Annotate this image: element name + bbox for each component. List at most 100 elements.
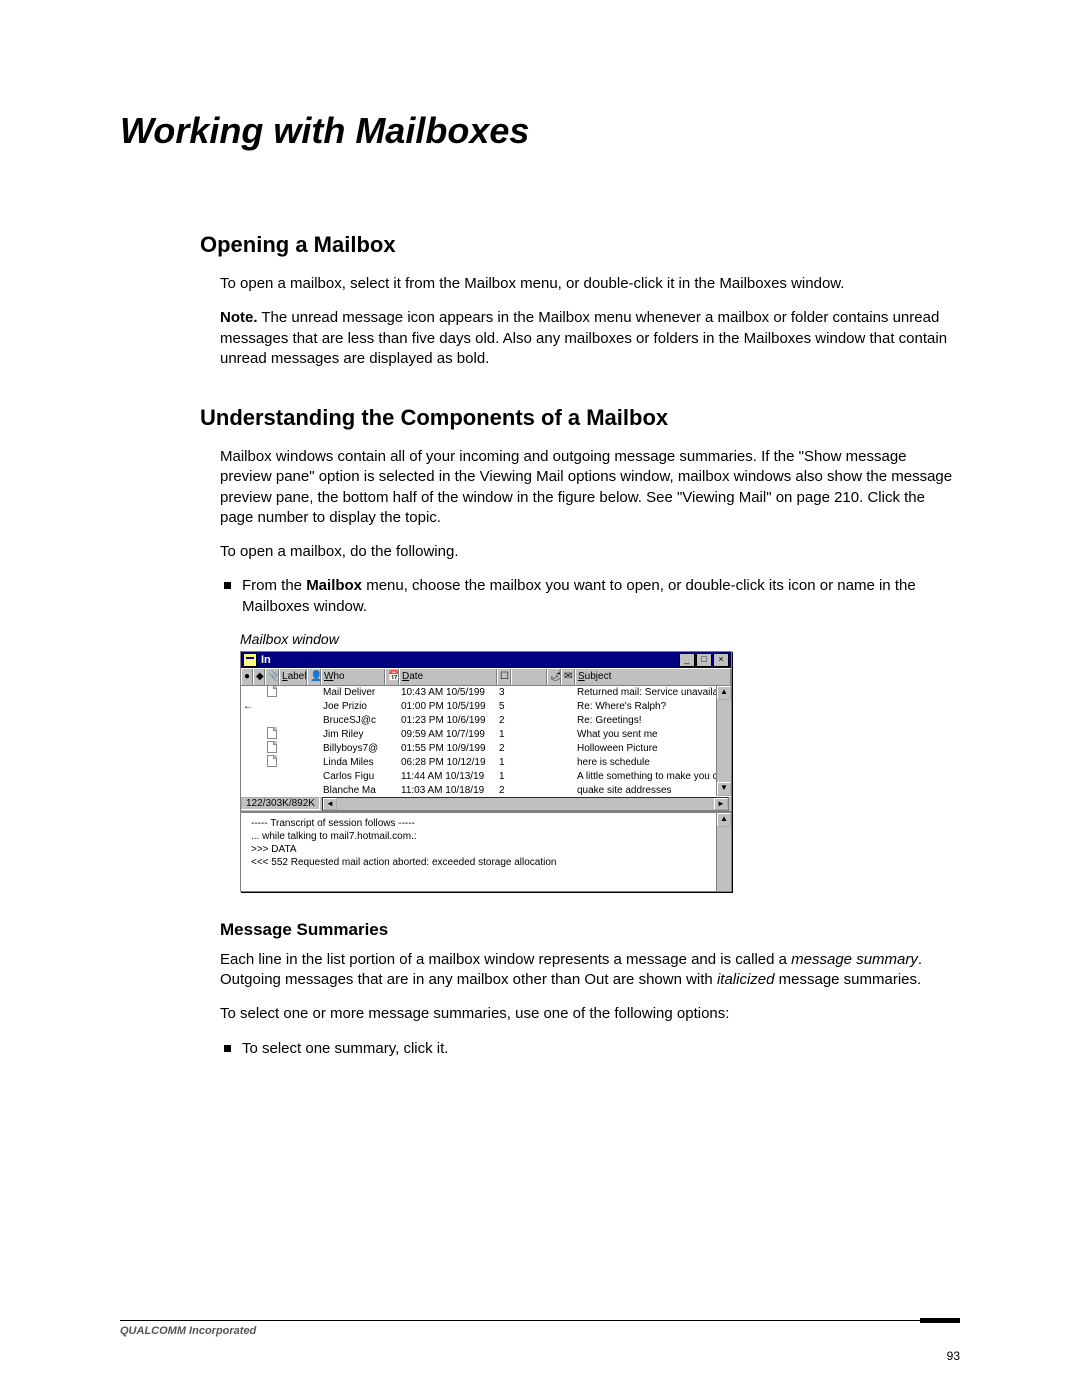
table-row[interactable]: ←Joe Prizio01:00 PM 10/5/1995Re: Where's… <box>241 700 731 714</box>
subject-cell: Returned mail: Service unavailable <box>575 687 731 698</box>
attachment-icon <box>267 755 277 767</box>
col-mood-icon[interactable]: 🌶 <box>547 669 561 685</box>
mailbox-icon <box>243 653 257 667</box>
col-date-rest: ate <box>409 671 423 682</box>
col-attachment-icon[interactable]: 📎 <box>265 669 279 685</box>
window-titlebar[interactable]: In _ □ × <box>241 652 731 668</box>
size-cell: 3 <box>497 687 511 698</box>
attachment-icon <box>267 741 277 753</box>
paragraph: Each line in the list portion of a mailb… <box>220 950 960 991</box>
page-footer: QUALCOMM Incorporated 93 <box>120 1320 960 1337</box>
col-date-u: D <box>402 671 409 682</box>
col-size-icon[interactable]: ☐ <box>497 669 511 685</box>
who-cell: Mail Deliver <box>321 687 385 698</box>
mailbox-counts: 122/303K/892K <box>241 797 320 810</box>
chapter-title: Working with Mailboxes <box>120 110 960 152</box>
scroll-down-button[interactable]: ▼ <box>717 782 731 796</box>
col-priority-icon[interactable]: ◆ <box>253 669 265 685</box>
vertical-scrollbar[interactable]: ▲ ▼ <box>716 686 731 796</box>
who-cell: Billyboys7@ <box>321 743 385 754</box>
maximize-button[interactable]: □ <box>696 653 712 667</box>
preview-scrollbar[interactable]: ▲ <box>716 813 731 891</box>
footer-rule <box>120 1320 960 1321</box>
scroll-up-button[interactable]: ▲ <box>717 686 731 700</box>
horizontal-scrollbar[interactable]: ◄ ► <box>322 797 729 811</box>
note-text: The unread message icon appears in the M… <box>220 309 947 367</box>
list-item: From the Mailbox menu, choose the mailbo… <box>220 576 960 617</box>
section-body: To open a mailbox, select it from the Ma… <box>220 274 960 369</box>
who-cell: Linda Miles <box>321 757 385 768</box>
scroll-left-button[interactable]: ◄ <box>323 798 337 810</box>
page-number: 93 <box>947 1349 960 1363</box>
col-who-rest: ho <box>333 671 344 682</box>
term-message-summary: message summary <box>791 951 918 968</box>
attachment-cell <box>265 755 279 770</box>
col-subject-icon[interactable]: ✉ <box>561 669 575 685</box>
term-italicized: italicized <box>717 971 775 988</box>
scroll-up-button[interactable]: ▲ <box>717 813 731 827</box>
figure-caption: Mailbox window <box>240 631 960 647</box>
text: Each line in the list portion of a mailb… <box>220 951 791 968</box>
table-row[interactable]: Billyboys7@01:55 PM 10/9/1992Holloween P… <box>241 742 731 756</box>
col-subject-rest: ubject <box>585 671 612 682</box>
message-list[interactable]: Mail Deliver10:43 AM 10/5/1993Returned m… <box>241 686 731 796</box>
date-cell: 01:00 PM 10/5/199 <box>399 701 497 712</box>
table-row[interactable]: Jim Riley 09:59 AM 10/7/1991 What you sent… <box>241 728 731 742</box>
table-row[interactable]: Mail Deliver10:43 AM 10/5/1993Returned m… <box>241 686 731 700</box>
col-who-icon[interactable]: 👤 <box>307 669 321 685</box>
preview-line: ----- Transcript of session follows ----… <box>251 817 715 830</box>
size-cell: 5 <box>497 701 511 712</box>
col-subject-u: S <box>578 671 585 682</box>
bullet-list: To select one summary, click it. <box>220 1039 960 1059</box>
subject-cell: Re: Where's Ralph? <box>575 701 731 712</box>
col-who[interactable]: Who <box>321 669 385 685</box>
subject-cell: quake site addresses <box>575 785 731 796</box>
minimize-button[interactable]: _ <box>679 653 695 667</box>
scroll-right-button[interactable]: ► <box>714 798 728 810</box>
col-label[interactable]: LLabelabel <box>279 669 307 685</box>
date-cell: 11:03 AM 10/18/19 <box>399 785 497 796</box>
window-controls: _ □ × <box>679 653 729 667</box>
attachment-cell <box>265 741 279 756</box>
table-row[interactable]: Linda Miles06:28 PM 10/12/191here is sch… <box>241 756 731 770</box>
close-button[interactable]: × <box>713 653 729 667</box>
table-row[interactable]: Blanche Ma11:03 AM 10/18/192quake site a… <box>241 784 731 796</box>
paragraph: To open a mailbox, do the following. <box>220 542 960 562</box>
subsection-heading-message-summaries: Message Summaries <box>220 920 960 940</box>
note-label: Note. <box>220 309 258 326</box>
col-subject[interactable]: Subject <box>575 669 731 685</box>
subject-cell: here is schedule <box>575 757 731 768</box>
bullet-list: From the Mailbox menu, choose the mailbo… <box>220 576 960 617</box>
attachment-cell <box>265 727 279 742</box>
date-cell: 01:23 PM 10/6/199 <box>399 715 497 726</box>
who-cell: Carlos Figu <box>321 771 385 782</box>
preview-line: ... while talking to mail7.hotmail.com.: <box>251 830 715 843</box>
preview-line: <<< 552 Requested mail action aborted: e… <box>251 856 715 869</box>
col-status-icon[interactable]: ● <box>241 669 253 685</box>
preview-pane[interactable]: ----- Transcript of session follows ----… <box>241 811 731 891</box>
section-body: Each line in the list portion of a mailb… <box>220 950 960 1059</box>
table-row[interactable]: Carlos Figu11:44 AM 10/13/191A little so… <box>241 770 731 784</box>
size-cell: 1 <box>497 729 511 740</box>
size-cell: 2 <box>497 715 511 726</box>
who-cell: BruceSJ@c <box>321 715 385 726</box>
subject-cell: What you sent me <box>575 729 731 740</box>
paragraph: Mailbox windows contain all of your inco… <box>220 447 960 528</box>
col-date-icon[interactable]: 📅 <box>385 669 399 685</box>
section-heading-opening: Opening a Mailbox <box>200 232 960 258</box>
section-heading-components: Understanding the Components of a Mailbo… <box>200 405 960 431</box>
paragraph: To open a mailbox, select it from the Ma… <box>220 274 960 294</box>
window-title: In <box>261 654 679 666</box>
col-date[interactable]: Date <box>399 669 497 685</box>
paragraph: To select one or more message summaries,… <box>220 1004 960 1024</box>
size-cell: 1 <box>497 757 511 768</box>
date-cell: 11:44 AM 10/13/19 <box>399 771 497 782</box>
attachment-icon <box>267 727 277 739</box>
col-spacer <box>511 669 547 685</box>
who-cell: Jim Riley <box>321 729 385 740</box>
status-bar: 122/303K/892K ◄ ► <box>241 796 731 811</box>
status-cell: ← <box>241 701 253 712</box>
date-cell: 09:59 AM 10/7/199 <box>399 729 497 740</box>
attachment-cell <box>265 686 279 701</box>
table-row[interactable]: BruceSJ@c01:23 PM 10/6/1992Re: Greetings… <box>241 714 731 728</box>
